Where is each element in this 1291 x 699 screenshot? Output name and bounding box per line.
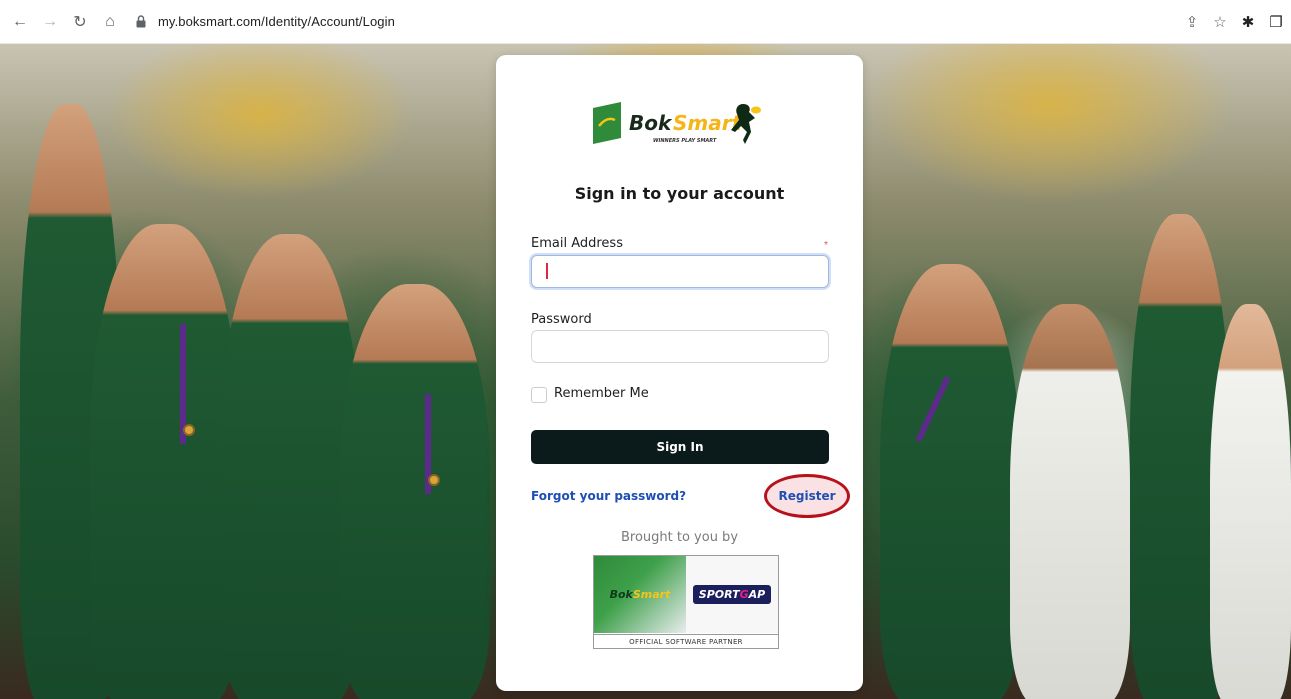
- sportgap-post-text: AP: [748, 588, 766, 601]
- bookmark-star-icon[interactable]: ☆: [1207, 9, 1233, 35]
- photo-figure: [220, 234, 360, 699]
- partner-caption: OFFICIAL SOFTWARE PARTNER: [594, 634, 778, 646]
- share-icon[interactable]: ⇪: [1179, 9, 1205, 35]
- password-field[interactable]: [531, 330, 829, 363]
- email-label: Email Address: [531, 236, 623, 251]
- back-icon[interactable]: ←: [8, 10, 32, 34]
- extensions-icon[interactable]: ✱: [1235, 9, 1261, 35]
- register-highlight: Register: [764, 474, 850, 518]
- boksmart-partner-logo: BokSmart: [594, 556, 686, 633]
- photo-figure: [340, 284, 490, 699]
- password-label: Password: [531, 312, 592, 327]
- register-link[interactable]: Register: [778, 489, 835, 503]
- svg-text:Bok: Bok: [629, 111, 673, 135]
- address-bar[interactable]: my.boksmart.com/Identity/Account/Login: [136, 7, 1176, 37]
- side-panel-icon[interactable]: ❐: [1263, 9, 1289, 35]
- photo-medal: [183, 424, 195, 436]
- email-field[interactable]: [531, 255, 829, 288]
- url-text[interactable]: my.boksmart.com/Identity/Account/Login: [158, 14, 395, 29]
- photo-figure: [90, 224, 240, 699]
- brought-to-you-text: Brought to you by: [620, 530, 739, 545]
- boksmart-logo: Bok Smart WINNERS PLAY SMART: [591, 98, 769, 150]
- svg-text:Smart: Smart: [673, 111, 743, 135]
- forward-icon[interactable]: →: [38, 10, 62, 34]
- partner-bok-text: Bok: [609, 588, 633, 601]
- login-card: Bok Smart WINNERS PLAY SMART Sign in to …: [496, 55, 863, 691]
- svg-text:WINNERS PLAY SMART: WINNERS PLAY SMART: [653, 138, 717, 144]
- lock-icon: [136, 15, 148, 29]
- text-cursor: [546, 263, 548, 279]
- partner-banner: BokSmart SPORTGAP OFFICIAL SOFTWARE PART…: [593, 555, 779, 649]
- photo-medal: [428, 474, 440, 486]
- sportgap-g-text: G: [739, 588, 749, 601]
- page-title: Sign in to your account: [574, 184, 785, 203]
- partner-smart-text: Smart: [632, 588, 671, 601]
- forgot-password-link[interactable]: Forgot your password?: [531, 489, 686, 503]
- sportgap-logo: SPORTGAP: [686, 556, 778, 633]
- browser-toolbar: ← → ↻ ⌂ my.boksmart.com/Identity/Account…: [0, 0, 1291, 44]
- remember-me-checkbox[interactable]: [531, 387, 547, 403]
- sign-in-button[interactable]: Sign In: [531, 430, 829, 464]
- photo-figure: [880, 264, 1020, 699]
- reload-icon[interactable]: ↻: [68, 10, 92, 34]
- photo-figure: [1210, 304, 1291, 699]
- required-mark: *: [824, 240, 828, 251]
- sportgap-pre-text: SPORT: [698, 588, 740, 601]
- photo-figure: [1010, 304, 1130, 699]
- home-icon[interactable]: ⌂: [98, 10, 122, 34]
- remember-me-label[interactable]: Remember Me: [554, 386, 649, 401]
